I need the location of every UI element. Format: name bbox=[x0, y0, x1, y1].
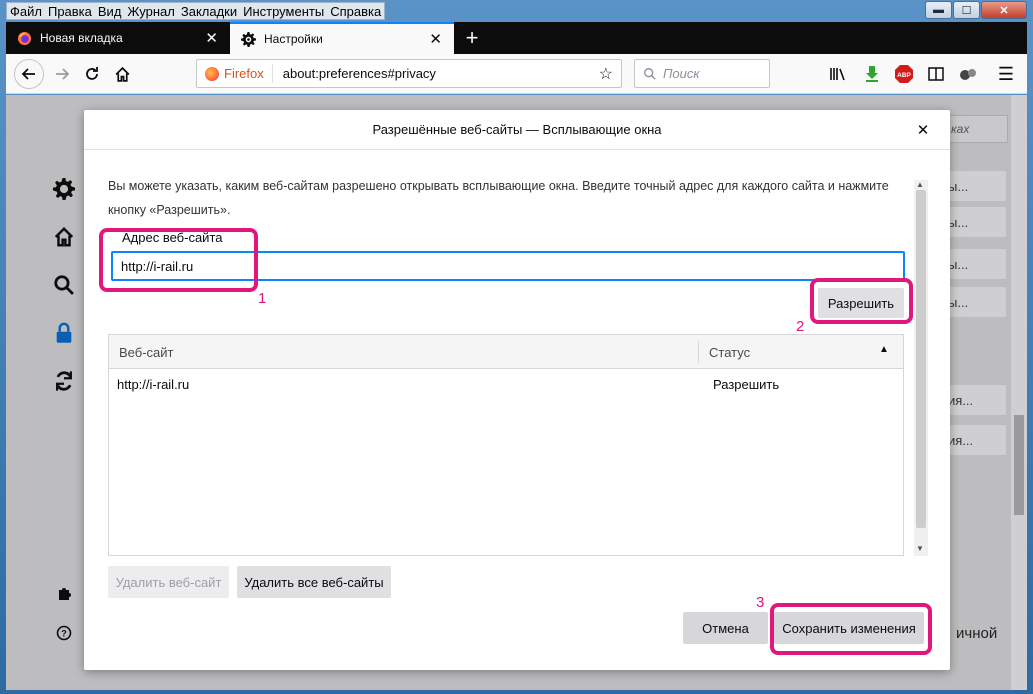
remove-all-sites-button[interactable]: Удалить все веб-сайты bbox=[237, 566, 391, 598]
menu-bookmarks[interactable]: Закладки bbox=[178, 3, 240, 19]
background-button[interactable]: ия... bbox=[944, 385, 1006, 415]
background-button[interactable]: ы... bbox=[944, 207, 1006, 237]
menu-help[interactable]: Справка bbox=[327, 3, 384, 19]
arrow-right-icon bbox=[56, 68, 70, 80]
reload-button[interactable] bbox=[78, 60, 106, 88]
hamburger-menu-icon[interactable]: ☰ bbox=[996, 64, 1016, 84]
identity-box[interactable]: Firefox bbox=[197, 64, 273, 83]
gear-icon bbox=[240, 31, 256, 47]
dialog-scrollbar-thumb[interactable] bbox=[916, 190, 926, 528]
highlight-address-field bbox=[99, 228, 258, 292]
minimize-button[interactable]: ▬ bbox=[925, 1, 952, 19]
svg-text:ABP: ABP bbox=[897, 72, 911, 79]
firefox-icon bbox=[16, 30, 32, 46]
new-tab-button[interactable]: + bbox=[454, 22, 490, 54]
background-button[interactable]: ы... bbox=[944, 287, 1006, 317]
tab-strip: Новая вкладка ✕ Настройки ✕ + bbox=[6, 22, 1027, 54]
search-icon bbox=[644, 67, 656, 80]
tab-settings[interactable]: Настройки ✕ bbox=[230, 22, 454, 54]
tab-label: Новая вкладка bbox=[40, 31, 123, 45]
extension-icon[interactable] bbox=[958, 64, 978, 84]
help-icon[interactable]: ? bbox=[50, 619, 78, 647]
page-scrollbar[interactable] bbox=[1011, 95, 1027, 690]
sites-table: Веб-сайт Статус ▲ http://i-rail.ru Разре… bbox=[108, 334, 904, 556]
lock-icon[interactable] bbox=[50, 319, 78, 347]
menu-history[interactable]: Журнал bbox=[124, 3, 177, 19]
menu-file[interactable]: Файл bbox=[7, 3, 45, 19]
tab-label: Настройки bbox=[264, 32, 323, 46]
bookmark-star-icon[interactable]: ☆ bbox=[599, 64, 621, 84]
menu-view[interactable]: Вид bbox=[95, 3, 125, 19]
menu-bar: Файл Правка Вид Журнал Закладки Инструме… bbox=[6, 2, 386, 20]
close-icon[interactable]: ✕ bbox=[912, 119, 934, 141]
back-button[interactable] bbox=[14, 59, 44, 89]
scroll-down-icon[interactable]: ▼ bbox=[916, 544, 924, 553]
remove-site-button[interactable]: Удалить веб-сайт bbox=[108, 566, 229, 598]
home-icon[interactable] bbox=[50, 223, 78, 251]
sync-icon[interactable] bbox=[50, 367, 78, 395]
browser-window: Файл Правка Вид Журнал Закладки Инструме… bbox=[0, 0, 1033, 694]
dialog-scrollbar[interactable]: ▲ ▼ bbox=[914, 180, 928, 556]
highlight-save-button bbox=[770, 603, 932, 655]
page-scrollbar-thumb[interactable] bbox=[1014, 415, 1024, 515]
url-bar[interactable]: Firefox about:preferences#privacy ☆ bbox=[196, 59, 622, 88]
table-header: Веб-сайт Статус ▲ bbox=[109, 335, 903, 369]
tab-new-tab[interactable]: Новая вкладка ✕ bbox=[6, 22, 230, 54]
arrow-left-icon bbox=[21, 68, 35, 80]
sort-ascending-icon[interactable]: ▲ bbox=[879, 344, 889, 355]
reader-view-icon[interactable] bbox=[926, 64, 946, 84]
forward-button[interactable] bbox=[48, 60, 76, 88]
reload-icon bbox=[86, 67, 98, 80]
annotation-number: 1 bbox=[258, 290, 267, 307]
background-button[interactable]: ы... bbox=[944, 249, 1006, 279]
background-button[interactable]: ы... bbox=[944, 171, 1006, 201]
extensions-icon[interactable] bbox=[50, 579, 78, 607]
row-status: Разрешить bbox=[713, 377, 780, 392]
menu-edit[interactable]: Правка bbox=[45, 3, 95, 19]
menu-tools[interactable]: Инструменты bbox=[240, 3, 327, 19]
dialog-description: Вы можете указать, каким веб-сайтам разр… bbox=[108, 179, 889, 217]
column-header-status[interactable]: Статус bbox=[709, 345, 750, 360]
cancel-button[interactable]: Отмена bbox=[683, 612, 768, 644]
highlight-allow-button bbox=[810, 278, 913, 324]
url-text[interactable]: about:preferences#privacy bbox=[273, 66, 599, 81]
annotation-number: 2 bbox=[796, 318, 805, 335]
close-tab-icon[interactable]: ✕ bbox=[429, 30, 442, 48]
navigation-toolbar: Firefox about:preferences#privacy ☆ Поис… bbox=[6, 54, 1027, 94]
gear-icon[interactable] bbox=[50, 175, 78, 203]
svg-text:?: ? bbox=[61, 629, 67, 639]
adblock-icon[interactable]: ABP bbox=[894, 64, 914, 84]
annotation-number: 3 bbox=[756, 594, 765, 611]
permissions-dialog: Разрешённые веб-сайты — Всплывающие окна… bbox=[84, 110, 950, 670]
row-site: http://i-rail.ru bbox=[117, 377, 190, 392]
scroll-up-icon[interactable]: ▲ bbox=[916, 180, 924, 189]
search-icon[interactable] bbox=[50, 271, 78, 299]
home-icon bbox=[115, 66, 129, 82]
background-text: ичной bbox=[956, 625, 998, 642]
dialog-title: Разрешённые веб-сайты — Всплывающие окна bbox=[372, 122, 662, 137]
download-icon[interactable] bbox=[862, 64, 882, 84]
preferences-search-input[interactable]: ках bbox=[946, 115, 1008, 143]
maximize-button[interactable]: ☐ bbox=[953, 1, 980, 19]
column-header-site[interactable]: Веб-сайт bbox=[119, 345, 173, 360]
close-tab-icon[interactable]: ✕ bbox=[205, 29, 218, 47]
dialog-header: Разрешённые веб-сайты — Всплывающие окна… bbox=[84, 110, 950, 150]
background-button[interactable]: ия... bbox=[944, 425, 1006, 455]
close-window-button[interactable]: ✕ bbox=[981, 1, 1027, 19]
search-input[interactable]: Поиск bbox=[634, 59, 770, 88]
home-button[interactable] bbox=[108, 60, 136, 88]
column-divider bbox=[698, 341, 699, 363]
firefox-icon bbox=[205, 66, 219, 81]
table-row[interactable]: http://i-rail.ru Разрешить bbox=[109, 369, 903, 399]
library-icon[interactable] bbox=[828, 64, 848, 84]
window-controls: ▬ ☐ ✕ bbox=[925, 1, 1027, 19]
